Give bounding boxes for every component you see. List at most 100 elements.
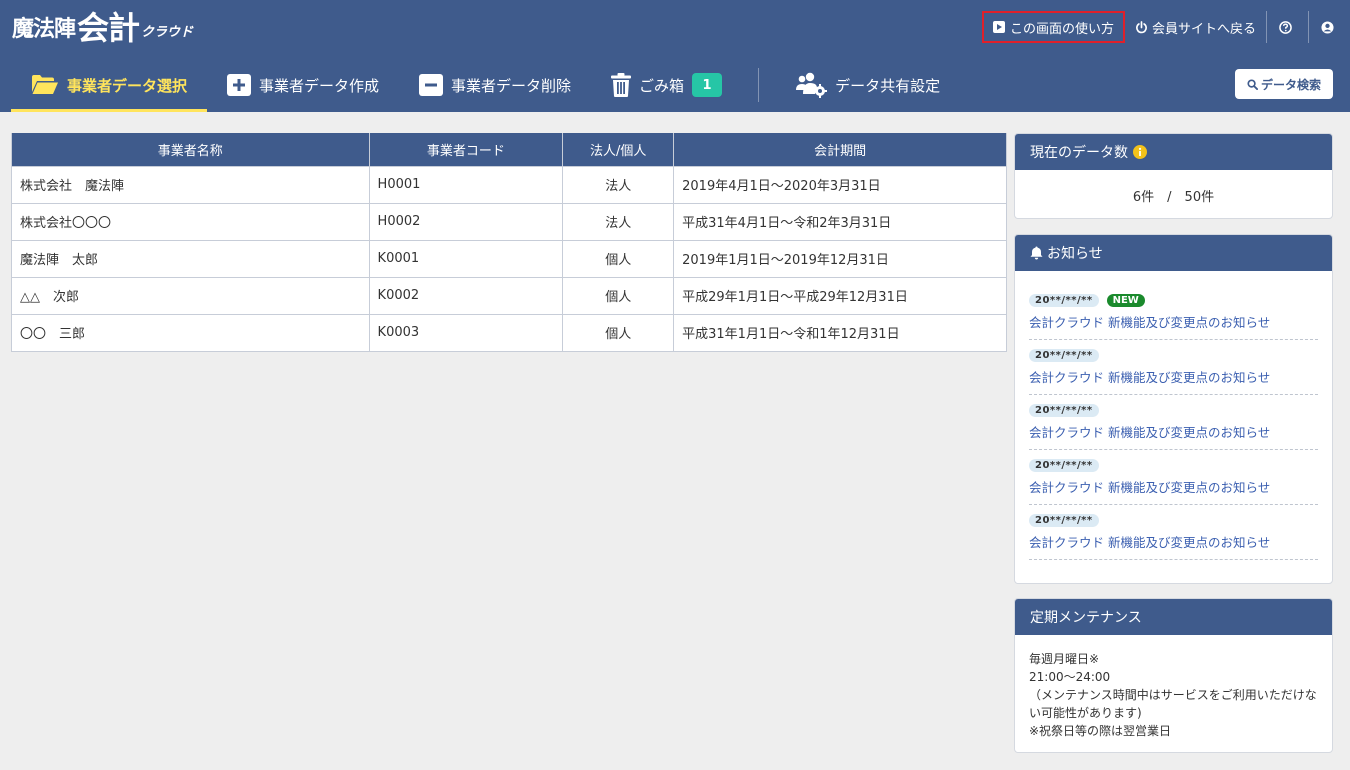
logo-part2: 会計 xyxy=(77,9,140,47)
tab-delete-data[interactable]: 事業者データ削除 xyxy=(399,58,591,112)
news-title: お知らせ xyxy=(1047,246,1103,262)
data-search-label: データ検索 xyxy=(1260,77,1321,92)
cell-business-name: 株式会社 魔法陣 xyxy=(11,165,370,204)
logo-part3: クラウド xyxy=(141,25,194,40)
tab-create-data[interactable]: 事業者データ作成 xyxy=(207,58,399,112)
cell-business-name: 株式会社〇〇〇 xyxy=(11,202,370,241)
news-date: 20**/**/** xyxy=(1029,294,1099,307)
cell-business-code: K0001 xyxy=(368,239,564,278)
data-count-title: 現在のデータ数 xyxy=(1030,145,1128,161)
business-data-table-container: 事業者名称 事業者コード 法人/個人 会計期間 株式会社 魔法陣 H0001 法… xyxy=(11,133,1007,352)
trash-count-badge: 1 xyxy=(692,73,723,97)
list-item: 20**/**/** 会計クラウド 新機能及び変更点のお知らせ xyxy=(1029,401,1318,450)
table-row[interactable]: 〇〇 三郎 K0003 個人 平成31年1月1日～令和1年12月31日 xyxy=(11,313,1007,352)
bell-icon xyxy=(1030,246,1043,260)
cell-fiscal-period: 平成29年1月1日～平成29年12月31日 xyxy=(673,276,1007,315)
data-count-value: 6件 / 50件 xyxy=(1132,190,1215,205)
news-link[interactable]: 会計クラウド 新機能及び変更点のお知らせ xyxy=(1029,422,1318,441)
member-site-link[interactable]: 会員サイトへ戻る xyxy=(1125,10,1266,44)
business-data-table: 事業者名称 事業者コード 法人/個人 会計期間 株式会社 魔法陣 H0001 法… xyxy=(11,133,1007,352)
news-panel: お知らせ 20**/**/** NEW 会計クラウド 新機能及び変更点のお知らせ… xyxy=(1014,234,1333,584)
list-item: 20**/**/** 会計クラウド 新機能及び変更点のお知らせ xyxy=(1029,346,1318,395)
account-button[interactable] xyxy=(1309,10,1350,44)
data-count-panel: 現在のデータ数 6件 / 50件 xyxy=(1014,133,1333,219)
tab-trash[interactable]: ごみ箱 1 xyxy=(591,58,742,112)
maintenance-body: 毎週月曜日※ 21:00～24:00 （メンテナンス時間中はサービスをご利用いた… xyxy=(1015,635,1332,740)
cell-business-code: H0001 xyxy=(368,165,564,204)
news-link[interactable]: 会計クラウド 新機能及び変更点のお知らせ xyxy=(1029,532,1318,551)
list-item: 20**/**/** 会計クラウド 新機能及び変更点のお知らせ xyxy=(1029,511,1318,560)
plus-square-icon xyxy=(227,74,252,96)
news-date: 20**/**/** xyxy=(1029,514,1099,527)
maintenance-line: （メンテナンス時間中はサービスをご利用いただけない可能性があります) xyxy=(1029,688,1317,720)
list-item: 20**/**/** NEW 会計クラウド 新機能及び変更点のお知らせ xyxy=(1029,291,1318,340)
tab-select-data[interactable]: 事業者データ選択 xyxy=(11,58,208,112)
column-header-code: 事業者コード xyxy=(368,133,564,167)
nav-divider xyxy=(758,68,760,102)
news-list: 20**/**/** NEW 会計クラウド 新機能及び変更点のお知らせ 20**… xyxy=(1015,271,1332,560)
cell-fiscal-period: 2019年4月1日～2020年3月31日 xyxy=(673,165,1007,204)
cell-entity-type: 個人 xyxy=(562,239,675,278)
news-header: お知らせ xyxy=(1015,235,1332,271)
member-site-label: 会員サイトへ戻る xyxy=(1151,21,1256,37)
top-navigation: この画面の使い方 会員サイトへ戻る xyxy=(981,10,1350,44)
cell-business-name: 魔法陣 太郎 xyxy=(11,239,370,278)
cell-fiscal-period: 平成31年1月1日～令和1年12月31日 xyxy=(673,313,1007,352)
maintenance-title: 定期メンテナンス xyxy=(1030,610,1142,626)
play-square-icon xyxy=(992,20,1006,34)
howto-button[interactable]: この画面の使い方 xyxy=(981,11,1125,43)
news-link[interactable]: 会計クラウド 新機能及び変更点のお知らせ xyxy=(1029,477,1318,496)
cell-fiscal-period: 2019年1月1日～2019年12月31日 xyxy=(673,239,1007,278)
cell-business-name: △△ 次郎 xyxy=(11,276,370,315)
data-search-button[interactable]: データ検索 xyxy=(1235,69,1333,99)
search-icon xyxy=(1247,78,1258,90)
table-row[interactable]: 株式会社〇〇〇 H0002 法人 平成31年4月1日～令和2年3月31日 xyxy=(11,202,1007,241)
news-link[interactable]: 会計クラウド 新機能及び変更点のお知らせ xyxy=(1029,312,1318,331)
table-row[interactable]: 株式会社 魔法陣 H0001 法人 2019年4月1日～2020年3月31日 xyxy=(11,165,1007,204)
maintenance-header: 定期メンテナンス xyxy=(1015,599,1332,635)
maintenance-line: 毎週月曜日※ xyxy=(1029,652,1100,666)
table-row[interactable]: △△ 次郎 K0002 個人 平成29年1月1日～平成29年12月31日 xyxy=(11,276,1007,315)
news-date: 20**/**/** xyxy=(1029,459,1099,472)
header: 魔法陣 会計 クラウド この画面の使い方 会員サイトへ戻る 事業者データ選択 事… xyxy=(0,0,1350,112)
cell-entity-type: 法人 xyxy=(562,165,675,204)
cell-business-name: 〇〇 三郎 xyxy=(11,313,370,352)
cell-business-code: H0002 xyxy=(368,202,564,241)
news-date: 20**/**/** xyxy=(1029,349,1099,362)
help-button[interactable] xyxy=(1267,10,1308,44)
list-item: 20**/**/** 会計クラウド 新機能及び変更点のお知らせ xyxy=(1029,456,1318,505)
table-row[interactable]: 魔法陣 太郎 K0001 個人 2019年1月1日～2019年12月31日 xyxy=(11,239,1007,278)
column-header-name: 事業者名称 xyxy=(11,133,370,167)
minus-square-icon xyxy=(419,74,444,96)
tab-label: データ共有設定 xyxy=(835,76,941,95)
main-navigation: 事業者データ選択 事業者データ作成 事業者データ削除 ごみ箱 1 データ共有設定 xyxy=(11,58,960,112)
cell-entity-type: 法人 xyxy=(562,202,675,241)
data-count-header: 現在のデータ数 xyxy=(1015,134,1332,170)
cell-entity-type: 個人 xyxy=(562,276,675,315)
news-date: 20**/**/** xyxy=(1029,404,1099,417)
tab-label: 事業者データ作成 xyxy=(259,76,380,95)
new-badge: NEW xyxy=(1106,294,1145,307)
maintenance-line: 21:00～24:00 xyxy=(1029,670,1111,684)
news-link[interactable]: 会計クラウド 新機能及び変更点のお知らせ xyxy=(1029,367,1318,386)
info-icon[interactable] xyxy=(1133,145,1147,159)
cell-business-code: K0003 xyxy=(368,313,564,352)
tab-data-sharing[interactable]: データ共有設定 xyxy=(775,58,960,112)
maintenance-line: ※祝祭日等の際は翌営業日 xyxy=(1029,724,1172,738)
tab-label: 事業者データ削除 xyxy=(451,76,572,95)
tab-label: ごみ箱 xyxy=(639,76,685,95)
folder-open-icon xyxy=(31,74,59,96)
table-header-row: 事業者名称 事業者コード 法人/個人 会計期間 xyxy=(11,133,1007,167)
user-circle-icon xyxy=(1321,20,1334,34)
question-circle-icon xyxy=(1279,20,1292,34)
cell-entity-type: 個人 xyxy=(562,313,675,352)
cell-fiscal-period: 平成31年4月1日～令和2年3月31日 xyxy=(673,202,1007,241)
trash-icon xyxy=(611,73,632,97)
logo-part1: 魔法陣 xyxy=(12,17,76,42)
power-icon xyxy=(1135,20,1148,34)
app-logo[interactable]: 魔法陣 会計 クラウド xyxy=(12,8,193,48)
column-header-period: 会計期間 xyxy=(673,133,1007,167)
cell-business-code: K0002 xyxy=(368,276,564,315)
column-header-type: 法人/個人 xyxy=(562,133,675,167)
users-gear-icon xyxy=(795,72,828,98)
